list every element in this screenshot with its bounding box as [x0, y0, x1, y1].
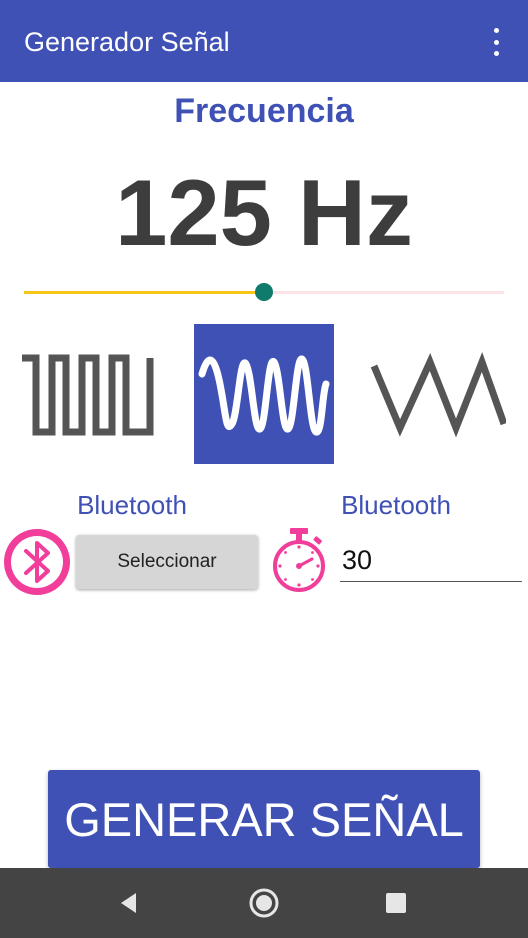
app-title: Generador Señal — [24, 27, 230, 57]
frequency-slider[interactable] — [24, 280, 504, 304]
recents-icon[interactable] — [380, 887, 412, 919]
slider-track-active — [24, 291, 264, 294]
more-vert-icon[interactable] — [480, 24, 512, 60]
bluetooth-label: Bluetooth — [77, 490, 187, 520]
app-bar: Generador Señal — [0, 0, 528, 82]
square-wave-button[interactable] — [16, 324, 156, 464]
frequency-value: 125 Hz — [115, 160, 413, 265]
home-icon[interactable] — [248, 887, 280, 919]
frequency-label: Frecuencia — [174, 92, 354, 130]
slider-thumb[interactable] — [255, 283, 273, 301]
navigation-bar — [0, 868, 528, 938]
timer-label: Bluetooth — [341, 490, 451, 520]
interval-input[interactable] — [340, 540, 522, 582]
sine-wave-icon — [198, 355, 330, 436]
back-icon[interactable] — [114, 887, 146, 919]
sine-wave-button[interactable] — [194, 324, 334, 464]
slider-track-inactive — [264, 291, 504, 294]
stopwatch-icon — [270, 526, 328, 594]
select-device-button[interactable]: Seleccionar — [76, 535, 258, 589]
square-wave-icon — [22, 354, 154, 436]
triangle-wave-icon — [370, 352, 506, 438]
triangle-wave-button[interactable] — [366, 324, 506, 464]
bluetooth-icon[interactable] — [2, 527, 72, 597]
generate-signal-button[interactable]: GENERAR SEÑAL — [48, 770, 480, 868]
